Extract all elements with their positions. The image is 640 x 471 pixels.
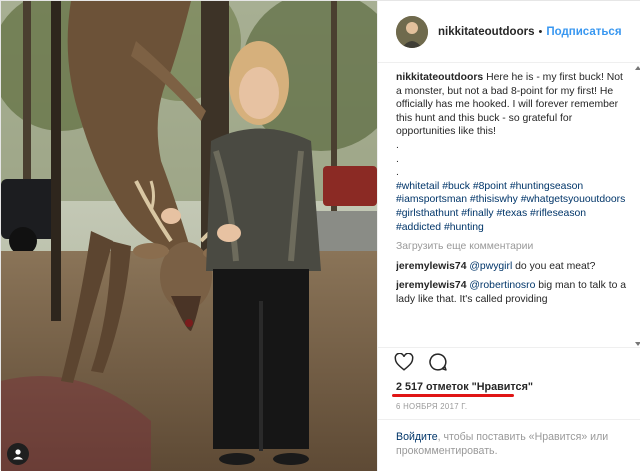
follow-button[interactable]: Подписаться: [546, 26, 621, 38]
username[interactable]: nikkitateoutdoors: [438, 26, 534, 38]
login-link[interactable]: Войдите: [396, 431, 438, 443]
avatar[interactable]: [396, 15, 428, 48]
post-photo[interactable]: [1, 1, 377, 471]
user-tag-icon[interactable]: [7, 443, 29, 465]
hashtag-link[interactable]: #whatgetsyououtdoors: [521, 194, 626, 205]
dot-line: .: [396, 139, 399, 151]
comment-username[interactable]: jeremylewis74: [396, 261, 466, 272]
hashtag-link[interactable]: #texas: [497, 208, 528, 219]
hashtag-link[interactable]: #thisiswhy: [470, 194, 518, 205]
load-more-comments[interactable]: Загрузить еще комментарии: [396, 240, 628, 254]
comment-item: jeremylewis74 @pwygirl do you eat meat?: [396, 260, 628, 274]
dot-line: .: [396, 153, 399, 165]
post-actions: [378, 347, 640, 381]
caption: nikkitateoutdoors Here he is - my first …: [396, 71, 628, 234]
comment-mention[interactable]: @pwygirl: [469, 261, 512, 272]
separator-dot: •: [538, 25, 543, 38]
hashtag-link[interactable]: #girlsthathunt: [396, 208, 458, 219]
caption-username[interactable]: nikkitateoutdoors: [396, 72, 483, 83]
hashtag-link[interactable]: #addicted: [396, 222, 441, 233]
instagram-post: nikkitateoutdoors • Подписаться nikkitat…: [0, 0, 640, 471]
photo-illustration: [1, 1, 377, 471]
hashtag-link[interactable]: #huntingseason: [510, 181, 583, 192]
caption-dots: . . .: [396, 139, 628, 180]
post-header: nikkitateoutdoors • Подписаться: [378, 1, 640, 63]
comments-scrollbar[interactable]: [635, 65, 640, 347]
hashtags: #whitetail #buck #8point #huntingseason …: [396, 180, 628, 234]
dot-line: .: [396, 167, 399, 179]
likes-count[interactable]: 2 517 отметок "Нравится": [396, 381, 533, 393]
hashtag-link[interactable]: #hunting: [444, 222, 484, 233]
scroll-up-icon[interactable]: [635, 65, 640, 71]
comments-list[interactable]: nikkitateoutdoors Here he is - my first …: [396, 71, 628, 343]
hashtag-link[interactable]: #8point: [473, 181, 507, 192]
comment-mention[interactable]: @robertinosro: [469, 280, 535, 291]
hashtag-link[interactable]: #buck: [442, 181, 470, 192]
red-underline-annotation: [392, 394, 514, 397]
hashtag-link[interactable]: #rifleseason: [530, 208, 586, 219]
comment-text: do you eat meat?: [515, 260, 596, 272]
post-date[interactable]: 6 НОЯБРЯ 2017 Г.: [396, 402, 467, 411]
hashtag-link[interactable]: #iamsportsman: [396, 194, 467, 205]
comment-username[interactable]: jeremylewis74: [396, 280, 466, 291]
comment-bubble-icon[interactable]: [428, 352, 448, 377]
heart-icon[interactable]: [394, 352, 414, 376]
hashtag-link[interactable]: #finally: [461, 208, 493, 219]
login-prompt: Войдите, чтобы поставить «Нравится» или …: [378, 419, 640, 471]
hashtag-link[interactable]: #whitetail: [396, 181, 439, 192]
post-sidebar: nikkitateoutdoors • Подписаться nikkitat…: [377, 1, 640, 471]
comment-item: jeremylewis74 @robertinosro big man to t…: [396, 279, 628, 306]
